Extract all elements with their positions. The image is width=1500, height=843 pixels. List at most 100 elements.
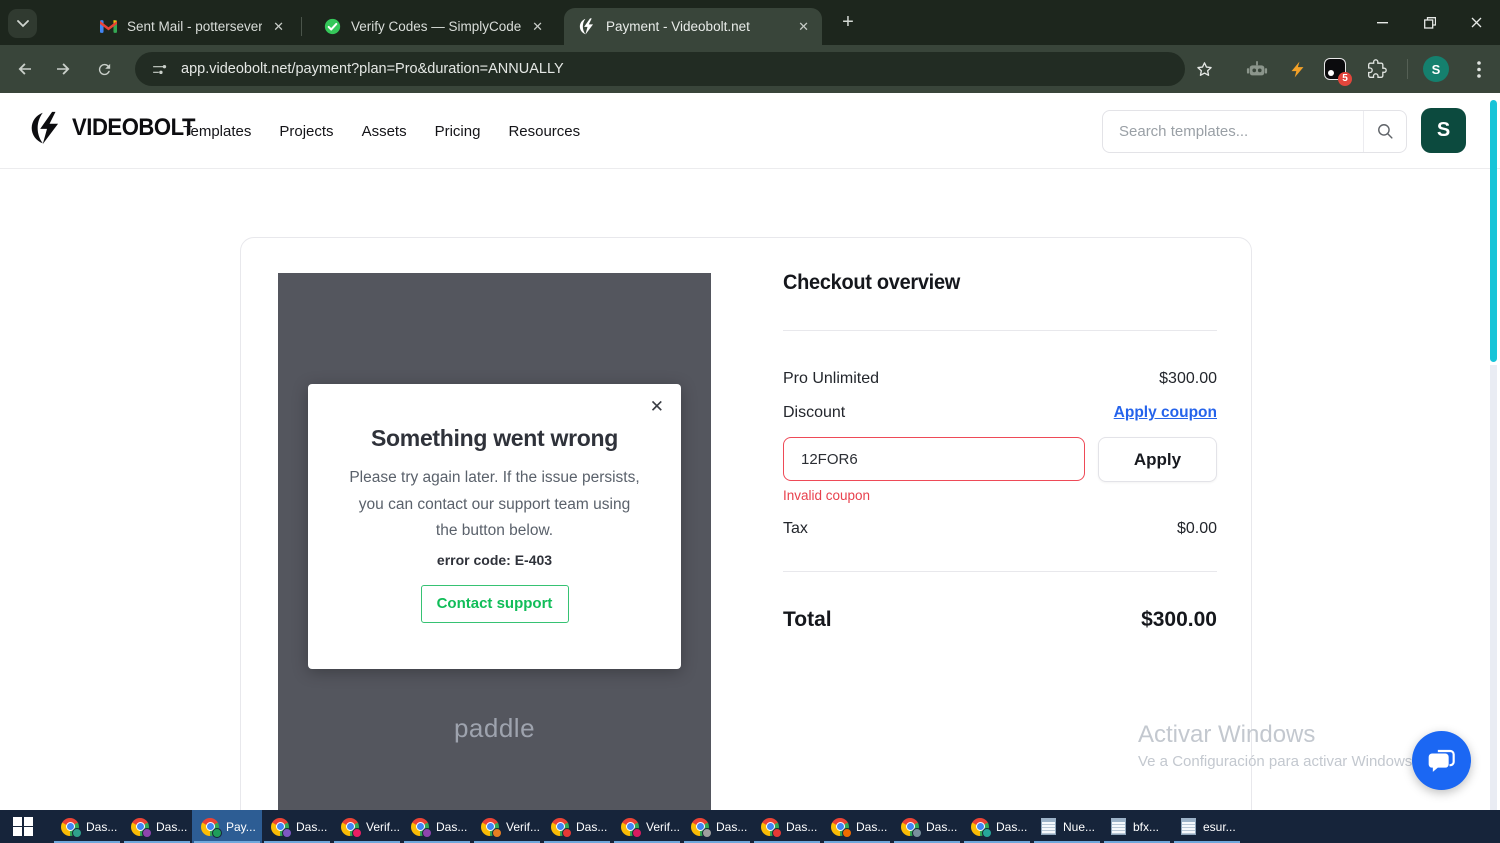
taskbar-item[interactable]: Das...	[822, 810, 892, 843]
tab-simplycodes[interactable]: Verify Codes — SimplyCodes ✕	[309, 8, 556, 45]
taskbar-item-label: Das...	[156, 819, 188, 834]
chevron-down-icon	[16, 19, 29, 27]
profile-badge	[772, 827, 782, 838]
nav-link[interactable]: Resources	[508, 123, 580, 140]
search-input[interactable]	[1103, 111, 1363, 152]
browser-profile-avatar[interactable]: S	[1423, 56, 1449, 82]
lightning-extension-icon[interactable]	[1284, 56, 1310, 82]
url-text[interactable]: app.videobolt.net/payment?plan=Pro&durat…	[181, 61, 564, 77]
taskbar-item-label: Das...	[296, 819, 328, 834]
start-button[interactable]	[0, 810, 46, 843]
robot-extension-icon[interactable]	[1244, 56, 1270, 82]
modal-body: Please try again later. If the issue per…	[308, 465, 681, 545]
bookmark-star-icon[interactable]	[1191, 56, 1217, 82]
tab-title: Sent Mail - potterseverus021@	[127, 19, 263, 34]
profile-badge	[212, 827, 222, 838]
page-viewport: VIDEOBOLT Templates Projects Assets Pricing…	[0, 93, 1500, 810]
tab-payment-active[interactable]: Payment - Videobolt.net ✕	[564, 8, 822, 45]
discount-row: Discount Apply coupon	[783, 404, 1217, 422]
search-button[interactable]	[1363, 111, 1406, 152]
extensions-puzzle-icon[interactable]	[1364, 56, 1390, 82]
site-user-avatar[interactable]: S	[1421, 108, 1466, 153]
scrollbar-thumb[interactable]	[1490, 100, 1497, 362]
main-nav: Templates Projects Assets Pricing Resources	[183, 93, 580, 169]
nav-link[interactable]: Pricing	[435, 123, 481, 140]
coupon-input[interactable]	[783, 437, 1085, 481]
checkout-title: Checkout overview	[783, 271, 960, 294]
chrome-icon	[271, 817, 292, 838]
taskbar-item[interactable]: Das...	[542, 810, 612, 843]
taskbar-item[interactable]: Das...	[962, 810, 1032, 843]
taskbar-item[interactable]: Pay...	[192, 810, 262, 843]
notepad-icon	[1181, 818, 1196, 835]
browser-toolbar: app.videobolt.net/payment?plan=Pro&durat…	[0, 45, 1500, 93]
videobolt-logo[interactable]: VIDEOBOLT	[30, 111, 206, 145]
taskbar-item[interactable]: Das...	[122, 810, 192, 843]
minimize-button[interactable]	[1359, 0, 1406, 45]
taskbar-item[interactable]: Verif...	[332, 810, 402, 843]
contact-support-button[interactable]: Contact support	[420, 584, 569, 623]
taskbar-item-label: Das...	[86, 819, 118, 834]
nav-link[interactable]: Templates	[183, 123, 251, 140]
taskbar-item[interactable]: Verif...	[472, 810, 542, 843]
profile-badge	[142, 827, 152, 838]
paddle-frame: ✕ Something went wrong Please try again …	[278, 273, 711, 810]
profile-badge	[352, 827, 362, 838]
nav-link[interactable]: Projects	[279, 123, 333, 140]
chrome-icon	[411, 817, 432, 838]
profile-badge	[562, 827, 572, 838]
extension-badge: 5	[1338, 72, 1352, 86]
taskbar-item-label: Nue...	[1063, 819, 1096, 834]
taskbar-items: Das... Das... Pay... Das... Verif... Das…	[52, 810, 1242, 843]
taskbar-item[interactable]: Verif...	[612, 810, 682, 843]
taskbar-item[interactable]: Das...	[752, 810, 822, 843]
taskbar-item-label: Das...	[576, 819, 608, 834]
scrollbar-track[interactable]	[1490, 365, 1497, 810]
chrome-icon	[481, 817, 502, 838]
window-controls	[1359, 0, 1500, 45]
chrome-icon	[621, 817, 642, 838]
profile-badge	[282, 827, 292, 838]
taskbar-item[interactable]: Das...	[402, 810, 472, 843]
forward-button[interactable]	[50, 56, 76, 82]
chrome-icon	[901, 817, 922, 838]
tab-close-button[interactable]: ✕	[529, 19, 546, 35]
menu-dots-icon[interactable]	[1466, 56, 1492, 82]
taskbar-item-label: Pay...	[226, 819, 256, 834]
screen: Sent Mail - potterseverus021@ ✕ Verify C…	[0, 0, 1500, 843]
tab-search-button[interactable]	[8, 9, 37, 38]
tab-close-button[interactable]: ✕	[795, 19, 812, 35]
taskbar-item[interactable]: bfx...	[1102, 810, 1172, 843]
taskbar-item-label: Verif...	[646, 819, 681, 834]
invalid-coupon-message: Invalid coupon	[783, 488, 871, 503]
tax-row: Tax $0.00	[783, 520, 1217, 538]
site-settings-icon[interactable]	[151, 61, 168, 78]
tab-title: Payment - Videobolt.net	[606, 19, 750, 34]
taskbar-item[interactable]: Das...	[262, 810, 332, 843]
new-tab-button[interactable]: +	[836, 11, 860, 35]
apply-button[interactable]: Apply	[1098, 437, 1217, 482]
back-button[interactable]	[12, 56, 38, 82]
reload-button[interactable]	[91, 56, 117, 82]
activate-windows-watermark: Activar Windows Ve a Configuración para …	[1138, 721, 1416, 770]
taskbar-item[interactable]: Das...	[892, 810, 962, 843]
close-window-button[interactable]	[1453, 0, 1500, 45]
plan-row: Pro Unlimited $300.00	[783, 370, 1217, 388]
tab-close-button[interactable]: ✕	[270, 19, 287, 35]
taskbar-item-label: Das...	[716, 819, 748, 834]
taskbar-item[interactable]: Das...	[682, 810, 752, 843]
taskbar-item[interactable]: Das...	[52, 810, 122, 843]
chat-widget-button[interactable]	[1412, 731, 1471, 790]
taskbar-item[interactable]: Nue...	[1032, 810, 1102, 843]
taskbar-item-label: Das...	[786, 819, 818, 834]
tab-gmail[interactable]: Sent Mail - potterseverus021@ ✕	[85, 8, 297, 45]
chrome-icon	[831, 817, 852, 838]
taskbar-item[interactable]: esur...	[1172, 810, 1242, 843]
apply-coupon-link[interactable]: Apply coupon	[1114, 404, 1217, 422]
address-bar[interactable]: app.videobolt.net/payment?plan=Pro&durat…	[135, 52, 1185, 86]
restore-button[interactable]	[1406, 0, 1453, 45]
modal-close-icon[interactable]: ✕	[644, 393, 670, 421]
chrome-icon	[61, 817, 82, 838]
nav-link[interactable]: Assets	[362, 123, 407, 140]
profile-badge	[72, 827, 82, 838]
